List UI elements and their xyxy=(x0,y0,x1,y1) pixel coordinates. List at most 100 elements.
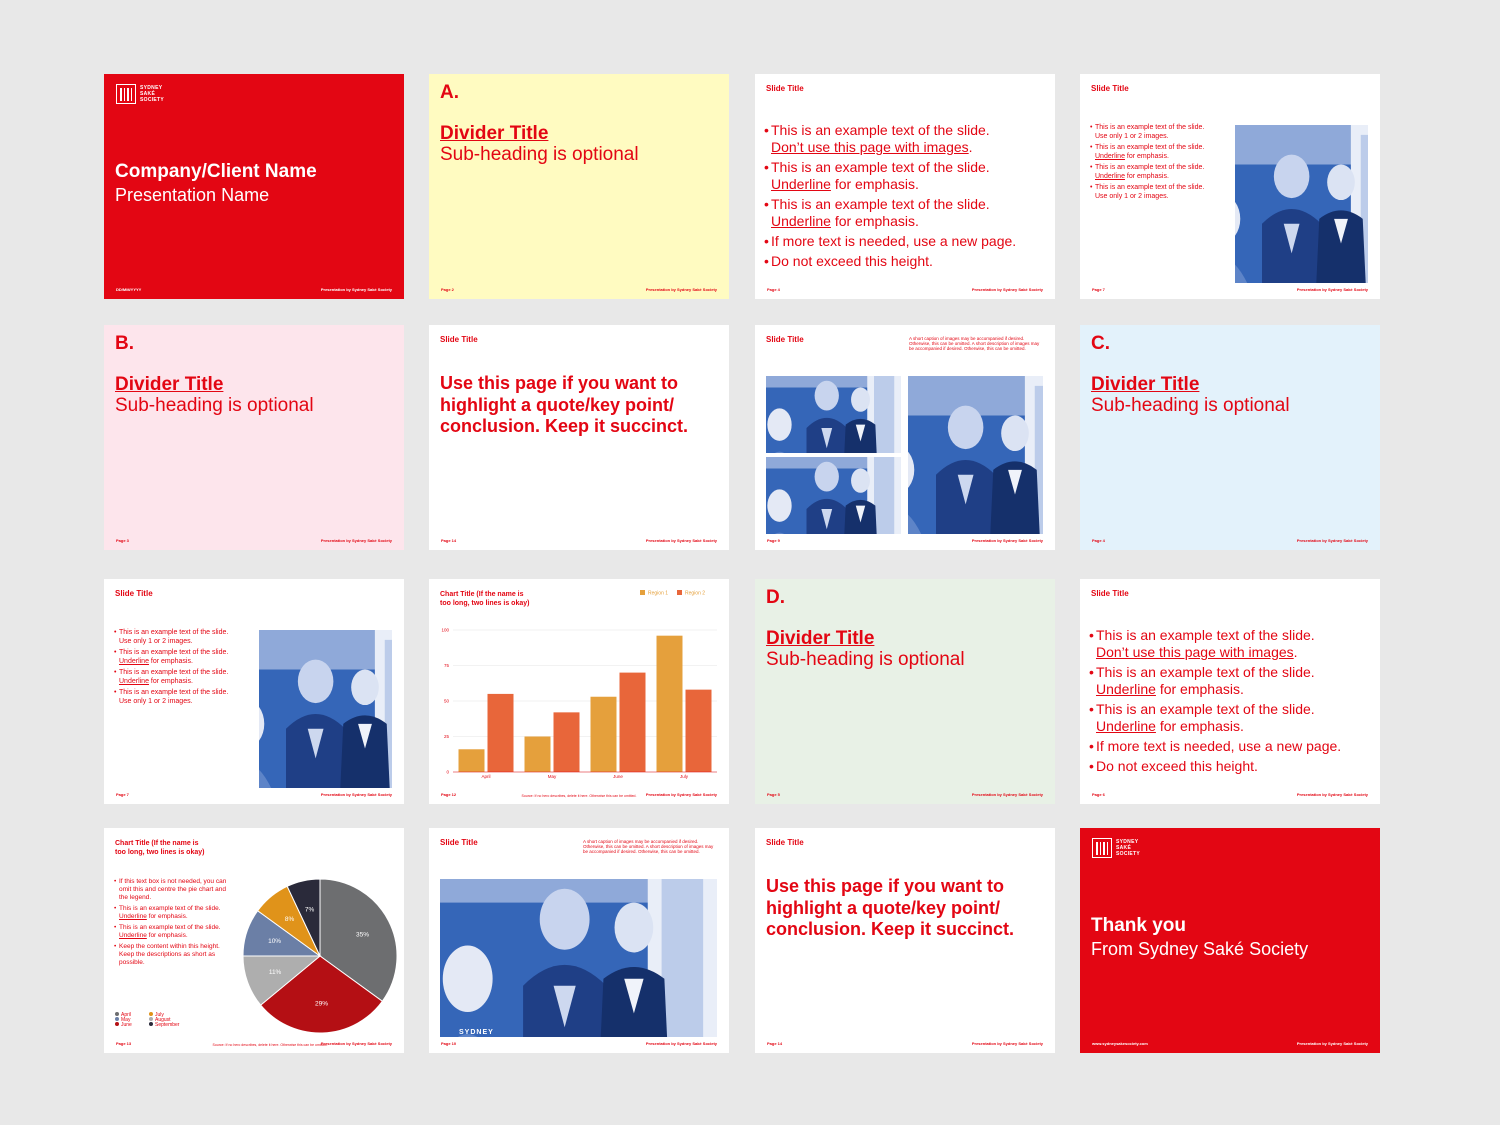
slide-title: Slide Title xyxy=(440,335,478,344)
slide-divider-c[interactable]: C. Divider Title Sub-heading is optional… xyxy=(1080,325,1380,550)
divider-subheading: Sub-heading is optional xyxy=(766,649,965,670)
divider-subheading: Sub-heading is optional xyxy=(1091,395,1290,416)
page-number: Page 7 xyxy=(1092,287,1105,292)
bullet-list: This is an example text of the slide.Don… xyxy=(1089,627,1341,778)
footer-brand: Presentation by Sydney Saké Society xyxy=(1296,287,1368,292)
chart-title: Chart Title (If the name is xyxy=(115,840,199,847)
slide-title: Slide Title xyxy=(766,335,804,344)
chart-title: too long, two lines is okay) xyxy=(115,849,204,856)
slide-text-bullets[interactable]: Slide Title This is an example text of t… xyxy=(1080,579,1380,804)
bullet-item: This is an example text of the slide.Und… xyxy=(1089,701,1341,735)
image-caption: A short caption of images may be accompa… xyxy=(583,839,714,854)
bullet-item: This is an example text of the slide. Un… xyxy=(114,669,242,686)
footer-brand: Presentation by Sydney Saké Society xyxy=(971,792,1043,797)
bullet-item: If more text is needed, use a new page. xyxy=(1089,738,1341,755)
slide-pie-chart[interactable]: Chart Title (If the name is too long, two… xyxy=(104,828,404,1053)
page-number: Page 14 xyxy=(441,538,457,543)
slide-title: Slide Title xyxy=(766,838,804,847)
cover-subtitle: Presentation Name xyxy=(115,185,270,205)
footer-brand: Presentation by Sydney Saké Society xyxy=(645,1041,717,1046)
footer-brand: Presentation by Sydney Saké Society xyxy=(645,538,717,543)
bullet-item: This is an example text of the slide.Und… xyxy=(1089,664,1341,698)
bar xyxy=(458,749,485,772)
slide-title: Slide Title xyxy=(115,589,153,598)
slide-quote[interactable]: Slide Title Use this page if you want to… xyxy=(429,325,729,550)
y-tick-label: 50 xyxy=(444,699,450,704)
bullet-item: This is an example text of the slide.Don… xyxy=(764,122,1016,156)
footer-brand: Presentation by Sydney Saké Society xyxy=(1296,1041,1368,1046)
page-number: Page 6 xyxy=(1092,792,1105,797)
footer-brand: Presentation by Sydney Saké Society xyxy=(320,538,392,543)
footer-brand: Presentation by Sydney Saké Society xyxy=(971,287,1043,292)
slice-label: 11% xyxy=(269,969,282,976)
bullet-list: This is an example text of the slide. Us… xyxy=(1090,124,1218,204)
slide-quote[interactable]: Slide Title Use this page if you want to… xyxy=(755,828,1055,1053)
brand-logo: SYDNEY SAKÉ SOCIETY xyxy=(1092,838,1140,858)
bullet-item: This is an example text of the slide. Un… xyxy=(114,649,242,666)
slide-full-image[interactable]: Slide Title A short caption of images ma… xyxy=(429,828,729,1053)
divider-title: Divider Title xyxy=(766,628,875,649)
slice-label: 7% xyxy=(305,906,315,913)
legend-swatch xyxy=(115,1012,119,1016)
bullet-item: This is an example text of the slide. Us… xyxy=(114,629,242,646)
key-quote: Use this page if you want to highlight a… xyxy=(440,373,689,436)
logo-mark-icon xyxy=(116,84,136,104)
bullet-item: Do not exceed this height. xyxy=(1089,758,1341,775)
slide-thank-you[interactable]: SYDNEY SAKÉ SOCIETY Thank you From Sydney … xyxy=(1080,828,1380,1053)
bullet-item: This is an example text of the slide. Us… xyxy=(114,689,242,706)
legend-swatch xyxy=(677,590,682,595)
key-quote: Use this page if you want to highlight a… xyxy=(766,876,1015,939)
thank-you-title: Thank you xyxy=(1091,915,1187,936)
bullet-list: This is an example text of the slide.Don… xyxy=(764,122,1016,273)
brand-logo: SYDNEY SAKÉ SOCIETY xyxy=(116,84,164,104)
bullet-item: Do not exceed this height. xyxy=(764,253,1016,270)
chart-title: Chart Title (If the name is xyxy=(440,591,524,598)
x-tick-label: July xyxy=(680,774,689,779)
bar xyxy=(619,672,646,772)
footer-brand: Presentation by Sydney Saké Society xyxy=(1296,538,1368,543)
slide-divider-d[interactable]: D. Divider Title Sub-heading is optional… xyxy=(755,579,1055,804)
bullet-item: If this text box is not needed, you can … xyxy=(114,878,229,902)
slide-cover[interactable]: SYDNEY SAKÉ SOCIETY Company/Client Name Pr… xyxy=(104,74,404,299)
legend-swatch xyxy=(640,590,645,595)
bullet-item: If more text is needed, use a new page. xyxy=(764,233,1016,250)
legend-swatch xyxy=(149,1017,153,1021)
bullet-item: This is an example text of the slide. Us… xyxy=(1090,124,1218,141)
thank-you-subtitle: From Sydney Saké Society xyxy=(1091,939,1309,959)
slide-divider-b[interactable]: B. Divider Title Sub-heading is optional… xyxy=(104,325,404,550)
x-tick-label: April xyxy=(481,774,490,779)
bar xyxy=(553,712,580,772)
bullet-item: Keep the content within this height. Kee… xyxy=(114,943,229,967)
legend-label: Region 1 xyxy=(648,591,668,597)
bullet-item: This is an example text of the slide. Us… xyxy=(1090,184,1218,201)
legend-label: Region 2 xyxy=(685,591,705,597)
slide-bar-chart[interactable]: Chart Title (If the name is too long, two… xyxy=(429,579,729,804)
slide-text-image[interactable]: Slide Title This is an example text of t… xyxy=(1080,74,1380,299)
logo-mark-icon xyxy=(1092,838,1112,858)
chart-source: Source: If no hero describes, delete it … xyxy=(213,1043,328,1047)
slice-label: 29% xyxy=(315,1001,328,1008)
bullet-item: This is an example text of the slide. Un… xyxy=(1090,164,1218,181)
x-tick-label: May xyxy=(548,774,557,779)
y-tick-label: 0 xyxy=(446,770,449,775)
event-photo xyxy=(766,457,901,534)
divider-subheading: Sub-heading is optional xyxy=(115,395,314,416)
bullet-item: This is an example text of the slide. Un… xyxy=(114,924,229,940)
slide-image-grid[interactable]: Slide Title A short caption of images ma… xyxy=(755,325,1055,550)
website-url[interactable]: www.sydneysakesociety.com xyxy=(1092,1041,1148,1046)
divider-title: Divider Title xyxy=(1091,374,1200,395)
footer-brand: Presentation by Sydney Saké Society xyxy=(320,792,392,797)
slide-text-image[interactable]: Slide Title This is an example text of t… xyxy=(104,579,404,804)
slide-divider-a[interactable]: A. Divider Title Sub-heading is optional… xyxy=(429,74,729,299)
footer-brand: Presentation by Sydney Saké Society xyxy=(971,538,1043,543)
legend-swatch xyxy=(149,1022,153,1026)
slice-label: 35% xyxy=(356,931,369,938)
event-photo xyxy=(766,376,901,453)
page-number: Page 4 xyxy=(767,287,780,292)
slide-text-bullets[interactable]: Slide Title This is an example text of t… xyxy=(755,74,1055,299)
divider-title: Divider Title xyxy=(440,123,549,144)
bar xyxy=(685,689,712,772)
y-tick-label: 75 xyxy=(444,663,450,668)
bullet-item: This is an example text of the slide. Un… xyxy=(1090,144,1218,161)
event-photo xyxy=(1235,125,1368,283)
